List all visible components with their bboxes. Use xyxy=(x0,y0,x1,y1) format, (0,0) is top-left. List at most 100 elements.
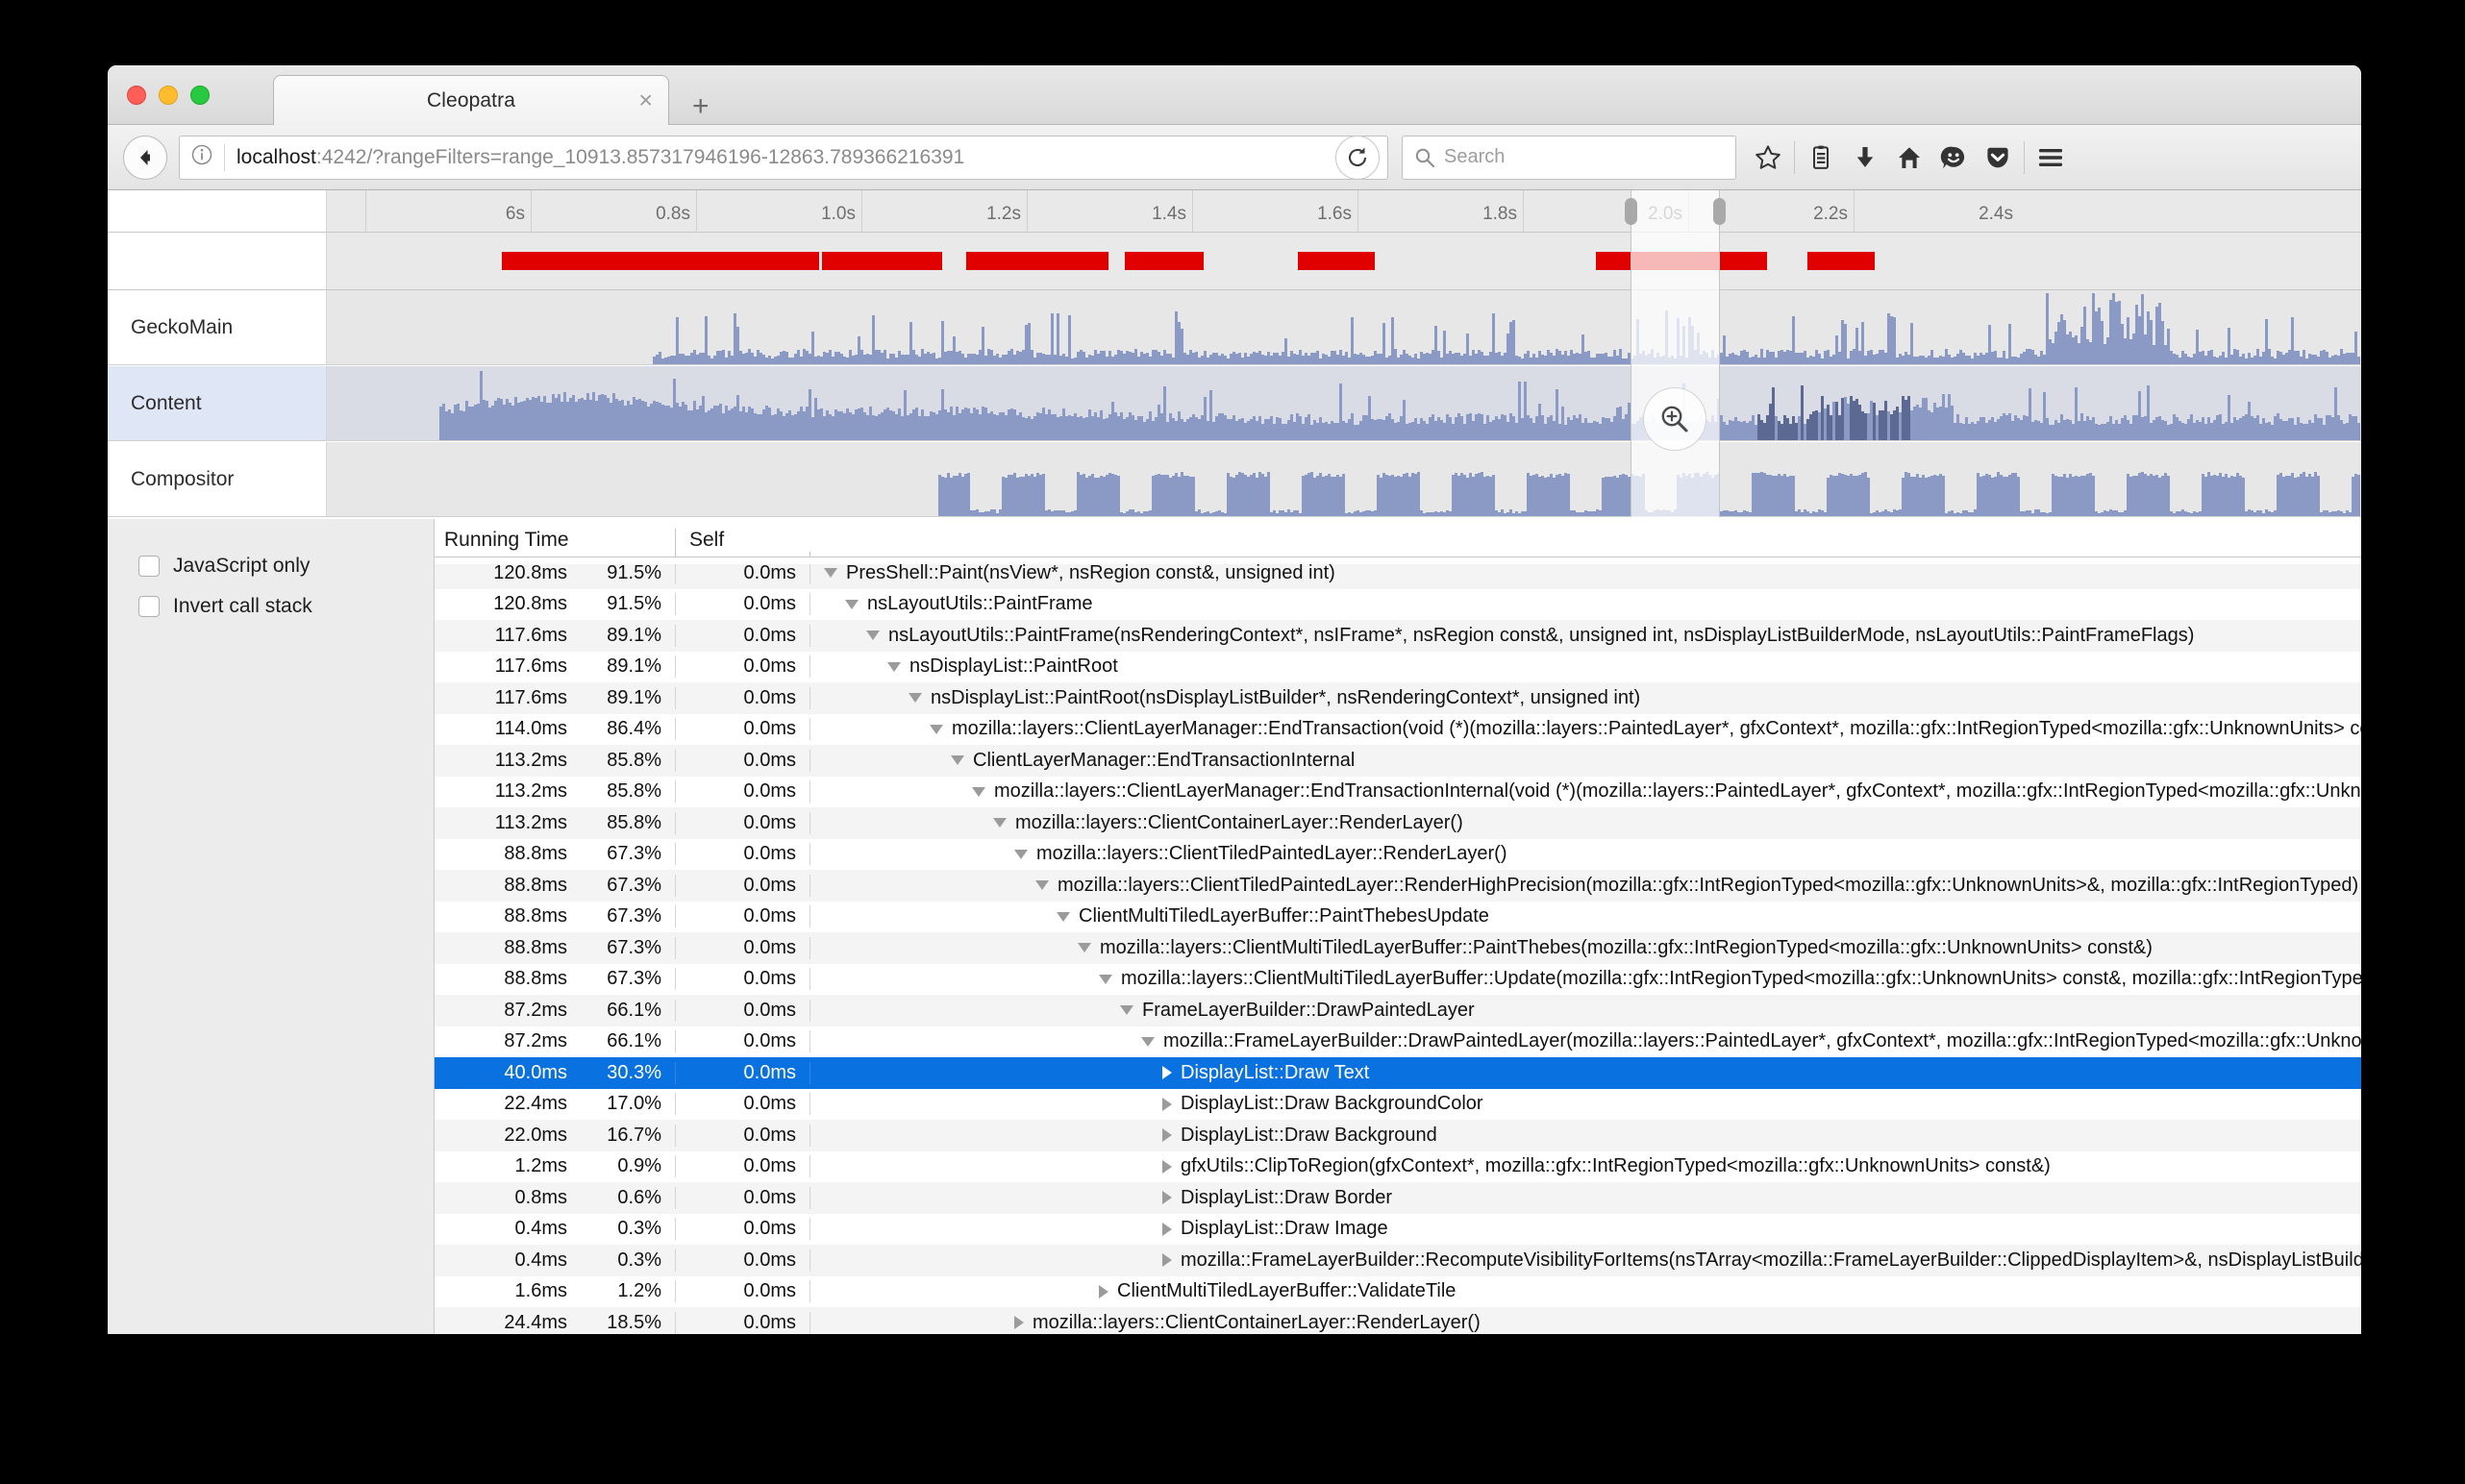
table-row[interactable]: 88.8ms 67.3% 0.0ms ClientMultiTiledLayerBuf… xyxy=(435,902,2361,933)
ruler-tick: 1.8s xyxy=(1357,190,1523,233)
library-icon[interactable] xyxy=(1799,136,1843,180)
chevron-down-icon[interactable] xyxy=(930,724,943,734)
chevron-right-icon[interactable] xyxy=(1162,1097,1172,1111)
jank-marker[interactable] xyxy=(822,252,942,270)
chevron-right-icon[interactable] xyxy=(1162,1222,1172,1236)
jank-marker[interactable] xyxy=(1298,252,1375,270)
table-row[interactable]: 22.0ms 16.7% 0.0ms DisplayList::Draw Backgr… xyxy=(435,1120,2361,1151)
new-tab-icon[interactable]: + xyxy=(692,92,710,121)
table-row[interactable]: 113.2ms 85.8% 0.0ms mozilla::layers::Client… xyxy=(435,777,2361,808)
chevron-down-icon[interactable] xyxy=(1141,1036,1155,1047)
chevron-right-icon[interactable] xyxy=(1162,1066,1172,1080)
reload-button[interactable] xyxy=(1335,135,1380,180)
home-icon[interactable] xyxy=(1887,136,1931,180)
invert-call-stack-checkbox[interactable] xyxy=(138,596,160,617)
table-row[interactable]: 22.4ms 17.0% 0.0ms DisplayList::Draw Backgr… xyxy=(435,1089,2361,1121)
cell-running-time: 0.4ms xyxy=(514,1249,567,1271)
close-icon[interactable]: × xyxy=(638,88,653,112)
table-row[interactable]: 117.6ms 89.1% 0.0ms nsDisplayList::PaintRoo… xyxy=(435,682,2361,714)
column-header-running-time[interactable]: Running Time xyxy=(435,529,675,556)
timeline-track-geckomain[interactable]: GeckoMain xyxy=(108,290,2361,365)
chevron-right-icon[interactable] xyxy=(1099,1284,1108,1298)
chevron-down-icon[interactable] xyxy=(1035,880,1049,891)
jank-marker-row[interactable] xyxy=(108,233,2361,290)
hamburger-menu-icon[interactable] xyxy=(2029,136,2073,180)
track-graph-compositor[interactable] xyxy=(327,442,2361,516)
table-row[interactable]: 0.4ms 0.3% 0.0ms mozilla::FrameLayerBuilder… xyxy=(435,1245,2361,1276)
timeline-track-content[interactable]: Content xyxy=(108,366,2361,441)
chevron-down-icon[interactable] xyxy=(1120,1005,1133,1016)
sync-smiley-icon[interactable] xyxy=(1931,136,1976,180)
table-row[interactable]: 114.0ms 86.4% 0.0ms mozilla::layers::Client… xyxy=(435,714,2361,746)
chevron-down-icon[interactable] xyxy=(1078,943,1091,953)
minimize-window-button[interactable] xyxy=(159,86,178,105)
chevron-right-icon[interactable] xyxy=(1162,1191,1172,1205)
jank-marker[interactable] xyxy=(1807,252,1875,270)
timeline-ruler[interactable]: 6s 0.8s 1.0s 1.2s 1.4s 1.6s 1.8s 2.0s 2.2s 2.4s xyxy=(108,190,2361,233)
table-row[interactable]: 88.8ms 67.3% 0.0ms mozilla::layers::ClientM… xyxy=(435,932,2361,964)
back-button[interactable] xyxy=(123,135,167,180)
chevron-down-icon[interactable] xyxy=(1014,849,1028,859)
zoom-in-selection-button[interactable] xyxy=(1643,387,1706,451)
table-row[interactable]: 40.0ms 30.3% 0.0ms DisplayList::Draw Text xyxy=(435,1057,2361,1089)
table-row[interactable]: 117.6ms 89.1% 0.0ms nsDisplayList::PaintRoo… xyxy=(435,652,2361,683)
chevron-down-icon[interactable] xyxy=(845,599,859,609)
chevron-right-icon[interactable] xyxy=(1162,1128,1172,1143)
chevron-down-icon[interactable] xyxy=(993,818,1007,829)
graph-sample xyxy=(2092,476,2095,516)
column-header-self[interactable]: Self xyxy=(675,529,809,556)
track-label-content[interactable]: Content xyxy=(108,366,327,440)
table-row[interactable]: 117.6ms 89.1% 0.0ms nsLayoutUtils::PaintFra… xyxy=(435,620,2361,652)
timeline-track-compositor[interactable]: Compositor xyxy=(108,442,2361,517)
selection-handle-end[interactable] xyxy=(1713,198,1726,225)
table-row[interactable]: 120.8ms 91.5% 0.0ms nsLayoutUtils::PaintFra… xyxy=(435,589,2361,621)
table-row[interactable]: 113.2ms 85.8% 0.0ms mozilla::layers::Client… xyxy=(435,807,2361,839)
table-row[interactable]: 0.8ms 0.6% 0.0ms DisplayList::Draw Border xyxy=(435,1182,2361,1214)
chevron-right-icon[interactable] xyxy=(1162,1159,1172,1174)
javascript-only-option[interactable]: JavaScript only xyxy=(108,546,434,586)
track-graph-content[interactable] xyxy=(327,366,2361,440)
chevron-right-icon[interactable] xyxy=(1014,1316,1024,1330)
chevron-down-icon[interactable] xyxy=(972,786,985,797)
pocket-icon[interactable] xyxy=(1976,136,2020,180)
chevron-down-icon[interactable] xyxy=(866,631,880,641)
table-row[interactable]: 88.8ms 67.3% 0.0ms mozilla::layers::ClientM… xyxy=(435,964,2361,996)
jank-marker[interactable] xyxy=(1596,252,1767,270)
chevron-right-icon[interactable] xyxy=(1162,1253,1172,1268)
table-row[interactable]: 120.8ms 91.5% 0.0ms PresShell::Paint(nsView… xyxy=(435,557,2361,589)
bookmark-star-icon[interactable] xyxy=(1746,136,1790,180)
call-tree[interactable]: Running Time Self 120.8ms 91.5% 0.0ms PresS… xyxy=(435,519,2361,1334)
cell-stack-frame: DisplayList::Draw BackgroundColor xyxy=(809,1093,2361,1116)
chevron-down-icon[interactable] xyxy=(1057,911,1070,922)
javascript-only-checkbox[interactable] xyxy=(138,556,160,577)
close-window-button[interactable] xyxy=(127,86,146,105)
table-row[interactable]: 87.2ms 66.1% 0.0ms mozilla::FrameLayerBuild… xyxy=(435,1026,2361,1058)
table-row[interactable]: 113.2ms 85.8% 0.0ms ClientLayerManager::End… xyxy=(435,745,2361,777)
jank-marker[interactable] xyxy=(1125,252,1204,270)
search-input[interactable]: Search xyxy=(1402,135,1736,180)
invert-call-stack-option[interactable]: Invert call stack xyxy=(108,586,434,627)
jank-marker[interactable] xyxy=(502,252,819,270)
track-label-geckomain[interactable]: GeckoMain xyxy=(108,290,327,364)
table-row[interactable]: 88.8ms 67.3% 0.0ms mozilla::layers::ClientT… xyxy=(435,870,2361,902)
table-row[interactable]: 1.2ms 0.9% 0.0ms gfxUtils::ClipToRegion(gfx… xyxy=(435,1151,2361,1183)
selection-handle-start[interactable] xyxy=(1625,198,1637,225)
table-row[interactable]: 24.4ms 18.5% 0.0ms mozilla::layers::ClientC… xyxy=(435,1307,2361,1334)
chevron-down-icon[interactable] xyxy=(951,755,964,766)
maximize-window-button[interactable] xyxy=(190,86,210,105)
table-row[interactable]: 87.2ms 66.1% 0.0ms FrameLayerBuilder::DrawP… xyxy=(435,995,2361,1026)
downloads-icon[interactable] xyxy=(1843,136,1887,180)
address-bar[interactable]: localhost:4242/?rangeFilters=range_10913… xyxy=(179,135,1388,180)
track-label-compositor[interactable]: Compositor xyxy=(108,442,327,516)
chevron-down-icon[interactable] xyxy=(1099,974,1112,984)
table-row[interactable]: 88.8ms 67.3% 0.0ms mozilla::layers::ClientT… xyxy=(435,839,2361,871)
chevron-down-icon[interactable] xyxy=(824,568,837,579)
table-row[interactable]: 0.4ms 0.3% 0.0ms DisplayList::Draw Image xyxy=(435,1214,2361,1246)
table-row[interactable]: 1.6ms 1.2% 0.0ms ClientMultiTiledLayerBuffe… xyxy=(435,1276,2361,1308)
track-graph-geckomain[interactable] xyxy=(327,290,2361,364)
jank-marker[interactable] xyxy=(966,252,1108,270)
chevron-down-icon[interactable] xyxy=(909,693,922,704)
page-info-icon[interactable] xyxy=(189,142,214,172)
browser-tab-cleopatra[interactable]: Cleopatra × xyxy=(273,75,669,125)
chevron-down-icon[interactable] xyxy=(887,661,901,672)
